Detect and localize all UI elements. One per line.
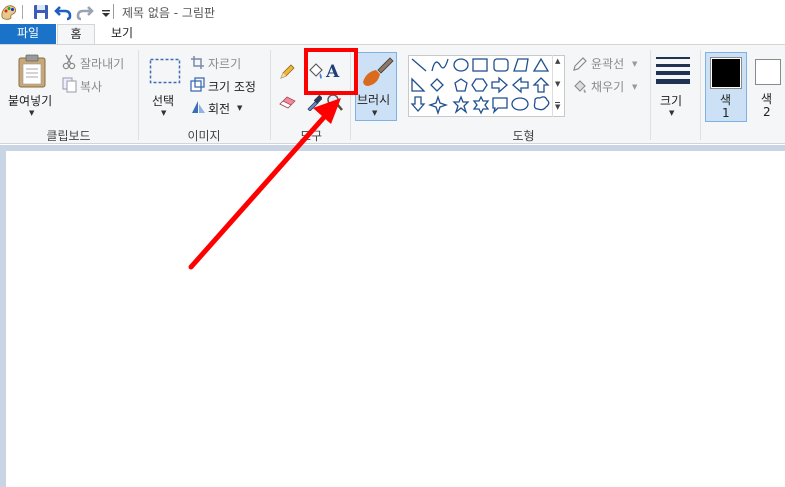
shapes-scroll-up-icon[interactable]: ▲ xyxy=(555,57,560,65)
shape-curve[interactable] xyxy=(431,58,449,72)
select-button-label[interactable]: 선택 xyxy=(152,92,174,109)
tab-home[interactable]: 홈 xyxy=(57,24,95,44)
brushes-dropdown-arrow[interactable]: ▼ xyxy=(372,109,377,117)
window-title: 제목 없음 - 그림판 xyxy=(122,6,216,20)
outline-dropdown-arrow[interactable]: ▼ xyxy=(632,60,637,68)
color-picker-icon[interactable] xyxy=(306,93,322,111)
copy-icon[interactable] xyxy=(62,77,77,93)
brushes-label: 브러시 xyxy=(357,93,391,107)
line-size-icon xyxy=(656,57,690,84)
resize-button-label[interactable]: 크기 조정 xyxy=(208,78,256,95)
shape-rounded-callout[interactable] xyxy=(492,97,508,115)
shape-right-arrow[interactable] xyxy=(491,76,508,94)
crop-button-label[interactable]: 자르기 xyxy=(208,55,241,72)
brush-icon xyxy=(363,57,394,86)
shape-cloud-callout[interactable] xyxy=(533,96,550,111)
color-2-button[interactable]: 색 2 xyxy=(751,52,785,122)
outline-button-label[interactable]: 윤곽선 xyxy=(591,55,624,72)
shape-down-arrow[interactable] xyxy=(410,96,426,112)
select-icon[interactable] xyxy=(149,58,181,84)
fill-button-label[interactable]: 채우기 xyxy=(591,78,624,95)
image-group-label: 이미지 xyxy=(187,129,221,143)
magnifier-icon[interactable] xyxy=(326,93,343,111)
crop-icon[interactable] xyxy=(190,55,205,70)
shapes-scroll: ▲ ▼ ▼ xyxy=(552,55,565,117)
title-bar: 제목 없음 - 그림판 xyxy=(0,0,785,24)
shape-right-triangle[interactable] xyxy=(411,77,426,92)
color-1-button[interactable]: 색 1 xyxy=(705,52,747,122)
shape-four-point-star[interactable] xyxy=(427,94,449,115)
color-2-swatch xyxy=(757,61,779,83)
group-divider xyxy=(650,50,651,140)
fill-dropdown-arrow[interactable]: ▼ xyxy=(632,83,637,91)
workspace xyxy=(0,145,785,487)
color-1-label-line2: 1 xyxy=(722,106,730,120)
brushes-button[interactable]: 브러시 ▼ xyxy=(355,52,397,121)
select-dropdown-arrow[interactable]: ▼ xyxy=(161,109,166,117)
title-divider xyxy=(113,4,114,19)
quick-access-divider xyxy=(22,5,23,19)
paste-icon[interactable] xyxy=(17,54,47,88)
shape-triangle[interactable] xyxy=(532,57,550,72)
color-1-swatch xyxy=(712,59,740,87)
shape-line[interactable] xyxy=(411,58,427,72)
shape-oval[interactable] xyxy=(453,58,469,72)
pencil-icon[interactable] xyxy=(279,64,295,80)
shape-six-point-star[interactable] xyxy=(472,95,490,115)
resize-icon[interactable] xyxy=(190,77,205,92)
rotate-icon[interactable] xyxy=(190,99,206,114)
color-2-swatch-frame xyxy=(755,59,781,85)
eraser-icon[interactable] xyxy=(279,95,297,109)
shape-polygon[interactable] xyxy=(513,58,529,72)
rotate-dropdown-arrow[interactable]: ▼ xyxy=(237,104,242,112)
fill-icon[interactable] xyxy=(572,78,588,94)
shape-diamond[interactable] xyxy=(430,78,444,92)
shape-rectangle[interactable] xyxy=(472,58,488,72)
group-divider xyxy=(700,50,701,140)
redo-icon[interactable] xyxy=(76,3,94,21)
shape-up-arrow[interactable] xyxy=(532,77,550,93)
paint-window: 제목 없음 - 그림판 파일 홈 보기 붙여넣기 ▼ 잘라내기 복사 클립보드 … xyxy=(0,0,785,487)
rotate-button-label[interactable]: 회전 xyxy=(208,100,230,117)
ribbon: 붙여넣기 ▼ 잘라내기 복사 클립보드 선택 ▼ 자르기 크기 조정 회전 ▼ … xyxy=(0,44,785,144)
drawing-canvas[interactable] xyxy=(6,151,785,487)
cut-icon[interactable] xyxy=(62,54,76,70)
copy-button-label[interactable]: 복사 xyxy=(80,78,102,95)
size-label: 크기 xyxy=(660,94,683,108)
color-2-label-line2: 2 xyxy=(763,105,771,119)
shape-left-arrow[interactable] xyxy=(512,76,529,94)
shape-rounded-rectangle[interactable] xyxy=(493,58,509,72)
paint-app-icon[interactable] xyxy=(0,3,18,21)
highlight-box xyxy=(304,48,358,95)
shapes-expand-icon[interactable]: ▼ xyxy=(555,102,561,112)
tab-view[interactable]: 보기 xyxy=(97,24,147,44)
tools-group-label: 도구 xyxy=(299,129,323,143)
shapes-gallery-items xyxy=(410,57,550,115)
cut-button-label[interactable]: 잘라내기 xyxy=(80,55,124,72)
paste-button-label[interactable]: 붙여넣기 xyxy=(8,92,52,109)
color-1-swatch-frame xyxy=(710,57,742,89)
shape-oval-callout[interactable] xyxy=(511,97,529,111)
size-dropdown-arrow[interactable]: ▼ xyxy=(669,109,674,117)
shape-hexagon[interactable] xyxy=(471,78,488,92)
clipboard-group-label: 클립보드 xyxy=(46,129,91,143)
tab-file[interactable]: 파일 xyxy=(0,24,56,44)
save-icon[interactable] xyxy=(32,3,50,21)
paste-dropdown-arrow[interactable]: ▼ xyxy=(29,109,34,117)
outline-icon[interactable] xyxy=(572,56,588,72)
undo-icon[interactable] xyxy=(54,3,72,21)
shape-pentagon[interactable] xyxy=(454,78,468,92)
shapes-scroll-down-icon[interactable]: ▼ xyxy=(555,80,560,88)
shape-five-point-star[interactable] xyxy=(452,95,470,114)
ribbon-tabs: 파일 홈 보기 xyxy=(0,24,785,44)
shapes-group-label: 도형 xyxy=(512,129,535,143)
